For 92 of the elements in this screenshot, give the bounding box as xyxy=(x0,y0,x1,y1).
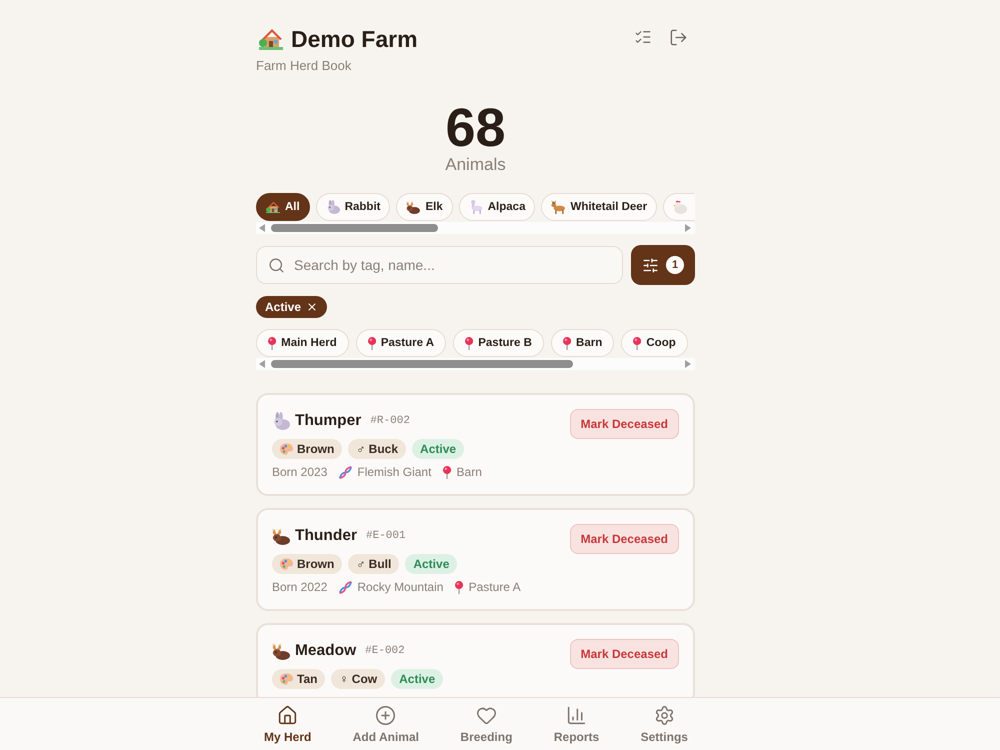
rabbit-icon xyxy=(326,200,340,214)
species-chip[interactable]: Alpaca xyxy=(458,193,536,221)
birth-year: Born 2023 xyxy=(272,465,328,479)
breed-name: Flemish Giant xyxy=(357,465,432,479)
house-icon xyxy=(266,200,280,214)
species-chip[interactable]: Rabbit xyxy=(316,193,390,221)
animal-card[interactable]: Thunder #E-001 Brown ♂ Bull Active Born 2022 Rocky Mountain Pasture A Mark Deceased xyxy=(256,508,695,611)
dna-icon xyxy=(339,580,352,594)
palette-icon xyxy=(280,673,293,685)
count-badge: 1 xyxy=(666,256,684,274)
animal-count: 68 xyxy=(445,101,506,155)
color-label: Brown xyxy=(297,442,334,456)
scrollbar[interactable] xyxy=(256,222,695,234)
location-chip[interactable]: Pasture B xyxy=(453,329,544,357)
mark-deceased-button[interactable]: Mark Deceased xyxy=(570,639,679,669)
tag-number: #E-001 xyxy=(366,530,406,542)
animal-name: Meadow xyxy=(295,642,356,660)
color-label: Tan xyxy=(297,672,318,686)
arrow-right-icon[interactable] xyxy=(685,360,691,368)
status-tag: Active xyxy=(405,554,458,574)
status-tag: Active xyxy=(391,669,444,689)
settings-icon xyxy=(654,705,675,726)
nav-tab[interactable]: Breeding xyxy=(460,698,512,744)
species-chip[interactable]: Whitetail Deer xyxy=(541,193,658,221)
tag-number: #E-002 xyxy=(365,645,405,657)
nav-tab[interactable]: My Herd xyxy=(264,698,312,744)
location-name: Barn xyxy=(456,465,482,479)
status-tag: Active xyxy=(412,439,464,459)
heart-icon xyxy=(476,705,497,726)
sex-tag: ♂ Buck xyxy=(348,439,406,459)
search-field[interactable]: Search by tag, name... xyxy=(256,246,623,284)
farm-subtitle: Farm Herd Book xyxy=(256,58,352,74)
pin-icon xyxy=(465,336,474,350)
plus-circle-icon xyxy=(375,705,396,726)
species-chip[interactable]: Elk xyxy=(396,193,453,221)
palette-icon xyxy=(280,443,293,455)
elk-icon xyxy=(406,200,420,214)
location-chip[interactable]: Main Herd xyxy=(256,329,349,357)
home-icon xyxy=(277,705,298,726)
location-chip[interactable]: Pasture A xyxy=(356,329,446,357)
search-icon xyxy=(268,257,285,274)
mark-deceased-button[interactable]: Mark Deceased xyxy=(570,524,679,554)
arrow-left-icon[interactable] xyxy=(259,360,265,368)
filter-button[interactable]: 1 xyxy=(631,245,695,285)
checklist-icon xyxy=(634,28,652,46)
location-chip[interactable]: Barn xyxy=(550,329,614,357)
deer-icon xyxy=(551,200,566,214)
birth-year: Born 2022 xyxy=(272,580,328,594)
arrow-right-icon[interactable] xyxy=(685,224,691,232)
pin-icon xyxy=(368,336,376,350)
pin-icon xyxy=(633,336,642,350)
filter-chip[interactable]: Active xyxy=(256,296,328,318)
logout-icon xyxy=(669,28,688,47)
animal-card[interactable]: Thumper #R-002 Brown ♂ Buck Active Born 2023 Flemish Giant Barn Mark Deceased xyxy=(256,393,695,496)
house-icon xyxy=(259,28,283,50)
arrow-left-icon[interactable] xyxy=(259,224,265,232)
logout-button[interactable] xyxy=(669,28,688,47)
animal-name: Thumper xyxy=(295,412,362,430)
mark-deceased-button[interactable]: Mark Deceased xyxy=(570,409,679,439)
scrollbar[interactable] xyxy=(256,358,695,370)
nav-tab[interactable]: Settings xyxy=(640,698,688,744)
elk-icon xyxy=(272,527,290,545)
llama-icon xyxy=(468,200,483,214)
animal-name: Thunder xyxy=(295,527,357,545)
bar-chart-icon xyxy=(566,705,588,726)
breed-name: Rocky Mountain xyxy=(357,580,444,594)
pin-icon xyxy=(268,336,276,350)
animal-card[interactable]: Meadow #E-002 Tan ♀ Cow Active Mark Deceased xyxy=(256,623,695,697)
nav-tab[interactable]: Reports xyxy=(554,698,600,744)
count-label: Animals xyxy=(445,155,506,175)
color-label: Brown xyxy=(297,557,334,571)
palette-icon xyxy=(280,558,293,570)
location-name: Pasture A xyxy=(468,580,521,594)
scrollbar-thumb[interactable] xyxy=(271,360,573,368)
pin-icon xyxy=(443,466,452,478)
nav-tab[interactable]: Add Animal xyxy=(352,698,419,744)
elk-icon xyxy=(272,642,290,660)
pin-icon xyxy=(562,336,572,350)
pin-icon xyxy=(455,580,464,594)
sex-tag: ♀ Cow xyxy=(331,669,386,689)
chicken-icon xyxy=(673,200,688,214)
dna-icon xyxy=(339,466,352,478)
farm-title: Demo Farm xyxy=(291,25,418,53)
sliders-icon xyxy=(642,256,659,274)
species-chip[interactable]: All xyxy=(256,193,310,221)
rabbit-icon xyxy=(272,412,290,430)
location-chip[interactable]: Coop xyxy=(621,329,688,357)
tag-number: #R-002 xyxy=(370,415,410,427)
sex-tag: ♂ Bull xyxy=(348,554,400,574)
species-chip[interactable] xyxy=(663,193,695,221)
close-icon xyxy=(306,301,318,313)
scrollbar-thumb[interactable] xyxy=(271,224,438,232)
